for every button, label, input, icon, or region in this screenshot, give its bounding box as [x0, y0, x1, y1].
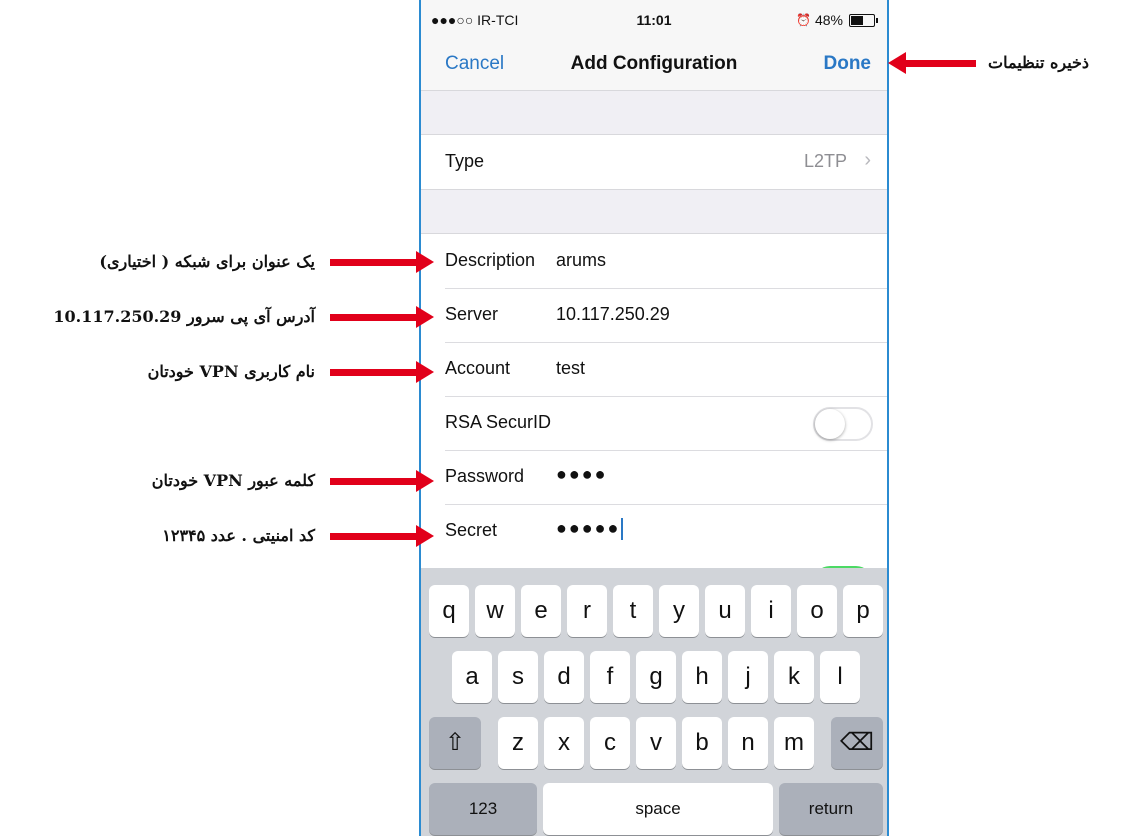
type-row[interactable]: Type L2TP ›: [421, 135, 887, 189]
key-q[interactable]: q: [429, 585, 469, 637]
key-l[interactable]: l: [820, 651, 860, 703]
arrow-secret: [330, 525, 434, 547]
description-row[interactable]: Description arums: [421, 234, 887, 288]
key-t[interactable]: t: [613, 585, 653, 637]
key-e[interactable]: e: [521, 585, 561, 637]
server-label: Server: [445, 304, 499, 324]
navigation-bar: Cancel Add Configuration Done: [421, 40, 887, 91]
annotation-description: یک عنوان برای شبکه ( اختیاری): [99, 252, 315, 271]
type-label: Type: [445, 151, 485, 171]
battery-percent: 48%: [814, 12, 843, 28]
key-v[interactable]: v: [636, 717, 676, 769]
secret-label: Secret: [445, 520, 498, 540]
key-f[interactable]: f: [590, 651, 630, 703]
phone-screen: ●●●○○ IR-TCI 11:01 ⏰ 48% Cancel Add Conf…: [419, 0, 889, 836]
key-n[interactable]: n: [728, 717, 768, 769]
key-j[interactable]: j: [728, 651, 768, 703]
config-form: Description arums Server 10.117.250.29 A…: [421, 233, 887, 574]
annotation-server: آدرس آی پی سرور 10.117.250.29: [53, 307, 315, 326]
secret-field-wrap[interactable]: ●●●●●: [556, 518, 624, 541]
key-c[interactable]: c: [590, 717, 630, 769]
account-label: Account: [445, 358, 511, 378]
alarm-icon: ⏰: [796, 13, 811, 27]
rsa-toggle[interactable]: [813, 407, 873, 441]
server-field[interactable]: 10.117.250.29: [556, 304, 670, 325]
arrow-password: [330, 470, 434, 492]
text-cursor: [621, 518, 624, 541]
key-p[interactable]: p: [843, 585, 883, 637]
page-title: Add Configuration: [570, 53, 738, 74]
done-button[interactable]: Done: [824, 53, 872, 75]
arrow-server: [330, 306, 434, 328]
key-g[interactable]: g: [636, 651, 676, 703]
backspace-key[interactable]: ⌫: [831, 717, 883, 769]
key-s[interactable]: s: [498, 651, 538, 703]
status-right: ⏰ 48%: [796, 12, 878, 28]
keyboard: q w e r t y u i o p a s d f g h j k l ⇧ …: [421, 568, 887, 836]
arrow-description: [330, 251, 434, 273]
key-o[interactable]: o: [797, 585, 837, 637]
rsa-label: RSA SecurID: [445, 412, 552, 432]
type-section: Type L2TP ›: [421, 134, 887, 190]
arrow-done: [888, 52, 976, 74]
key-u[interactable]: u: [705, 585, 745, 637]
description-label: Description: [445, 250, 536, 270]
type-value: L2TP: [803, 151, 847, 171]
account-row[interactable]: Account test: [421, 342, 887, 396]
battery-icon: [849, 13, 878, 27]
key-k[interactable]: k: [774, 651, 814, 703]
key-a[interactable]: a: [452, 651, 492, 703]
key-y[interactable]: y: [659, 585, 699, 637]
annotation-done: ذخیره تنظیمات: [988, 53, 1090, 72]
key-d[interactable]: d: [544, 651, 584, 703]
server-row[interactable]: Server 10.117.250.29: [421, 288, 887, 342]
key-z[interactable]: z: [498, 717, 538, 769]
password-label: Password: [445, 466, 525, 486]
key-x[interactable]: x: [544, 717, 584, 769]
description-field[interactable]: arums: [556, 250, 606, 271]
secret-field[interactable]: ●●●●●: [556, 518, 620, 538]
rsa-row: RSA SecurID: [421, 396, 887, 450]
toggle-knob: [815, 409, 845, 439]
secret-row[interactable]: Secret ●●●●●: [421, 504, 887, 558]
status-bar: ●●●○○ IR-TCI 11:01 ⏰ 48%: [421, 0, 887, 40]
space-key[interactable]: space: [543, 783, 773, 835]
account-field[interactable]: test: [556, 358, 585, 379]
annotation-password: کلمه عبور VPN خودتان: [151, 471, 315, 490]
key-m[interactable]: m: [774, 717, 814, 769]
key-i[interactable]: i: [751, 585, 791, 637]
arrow-account: [330, 361, 434, 383]
annotation-secret: کد امنیتی . عدد ۱۲۳۴۵: [162, 526, 315, 545]
key-w[interactable]: w: [475, 585, 515, 637]
password-field[interactable]: ●●●●: [556, 464, 608, 485]
key-b[interactable]: b: [682, 717, 722, 769]
key-h[interactable]: h: [682, 651, 722, 703]
chevron-right-icon: ›: [864, 149, 871, 171]
return-key[interactable]: return: [779, 783, 883, 835]
key-r[interactable]: r: [567, 585, 607, 637]
password-row[interactable]: Password ●●●●: [421, 450, 887, 504]
annotation-account: نام کاربری VPN خودتان: [147, 362, 315, 381]
numbers-key[interactable]: 123: [429, 783, 537, 835]
shift-key[interactable]: ⇧: [429, 717, 481, 769]
